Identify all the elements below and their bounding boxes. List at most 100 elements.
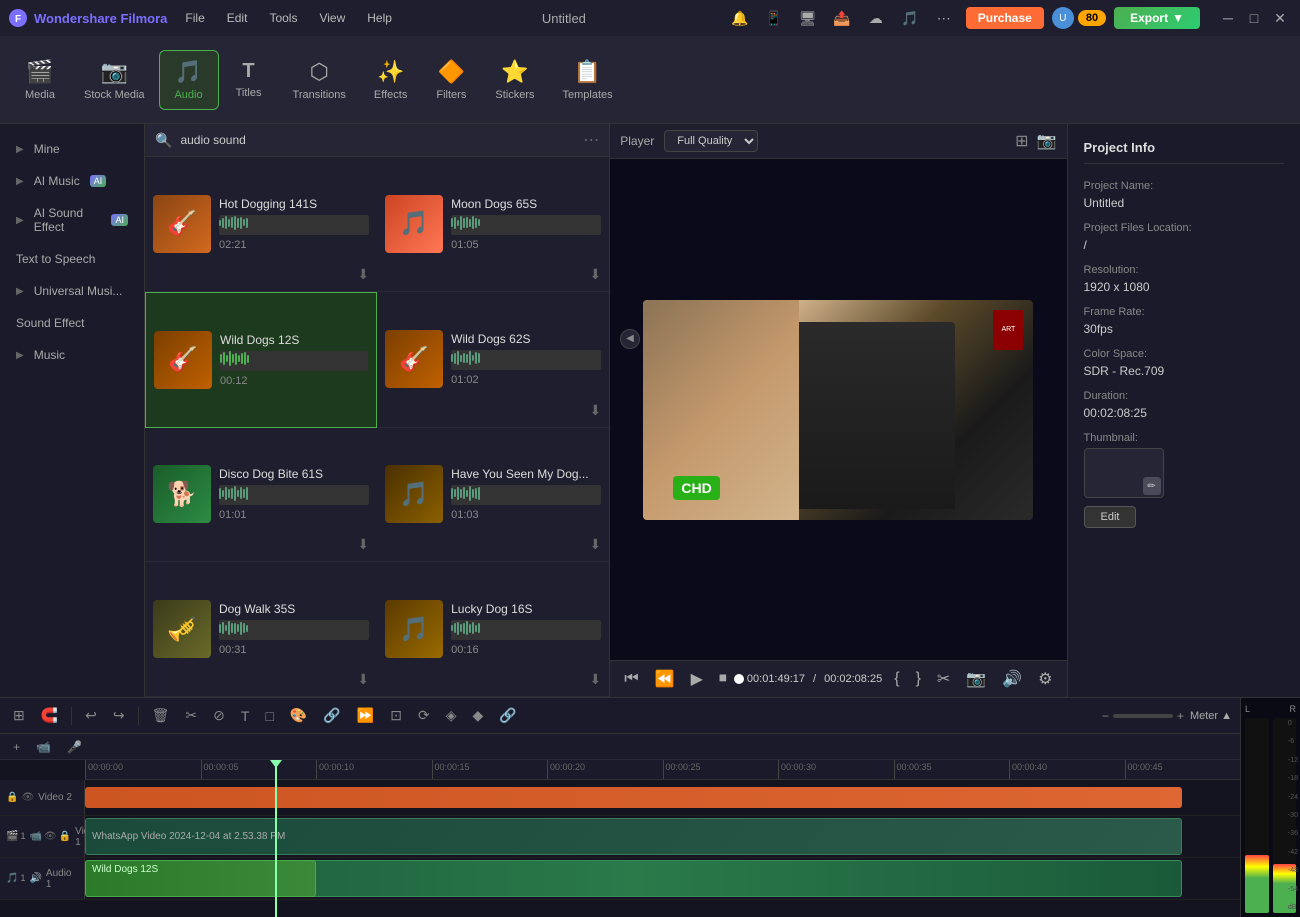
snapshot-icon[interactable]: 📷 bbox=[1037, 131, 1057, 151]
screenshot-button[interactable]: 📷 bbox=[962, 667, 990, 691]
cloud-icon[interactable]: ☁ bbox=[862, 4, 890, 32]
audio-item-6[interactable]: 🎵 Have You Seen My Dog... 01:03 ⬇ bbox=[377, 428, 609, 563]
shape-button[interactable]: □ bbox=[260, 705, 278, 727]
search-input[interactable] bbox=[180, 133, 575, 147]
tool-media[interactable]: 🎬 Media bbox=[10, 51, 70, 109]
fullscreen-icon[interactable]: ⊞ bbox=[1015, 131, 1028, 151]
sidebar-item-mine[interactable]: ▶ Mine bbox=[4, 134, 140, 164]
snap-button[interactable]: 🧲 bbox=[36, 704, 63, 727]
tool-audio[interactable]: 🎵 Audio bbox=[159, 50, 219, 110]
edit-button[interactable]: Edit bbox=[1084, 506, 1137, 528]
audio-item-1[interactable]: 🎸 Hot Dogging 141S 02:21 ⬇ bbox=[145, 157, 377, 292]
minimize-button[interactable]: ─ bbox=[1216, 6, 1240, 30]
sidebar-item-ai-sound[interactable]: ▶ AI Sound Effect AI bbox=[4, 198, 140, 242]
audio-item-4[interactable]: 🎸 Wild Dogs 62S 01:02 ⬇ bbox=[377, 292, 609, 428]
zoom-bar[interactable] bbox=[1113, 714, 1173, 718]
audio-item-3[interactable]: 🎸 Wild Dogs 12S 00:12 bbox=[145, 292, 377, 428]
sidebar-item-text-speech[interactable]: Text to Speech bbox=[4, 244, 140, 274]
close-button[interactable]: ✕ bbox=[1268, 6, 1292, 30]
video2-eye-icon[interactable]: 👁 bbox=[21, 792, 34, 803]
menu-edit[interactable]: Edit bbox=[217, 7, 258, 29]
video1-cam-icon[interactable]: 📹 bbox=[29, 831, 41, 842]
notification-icon[interactable]: 🔔 bbox=[726, 4, 754, 32]
tool-stickers[interactable]: ⭐ Stickers bbox=[481, 51, 548, 109]
color-correct-button[interactable]: 🎨 bbox=[285, 704, 312, 727]
settings-button[interactable]: ⚙ bbox=[1034, 667, 1056, 691]
add-media-button[interactable]: + bbox=[8, 737, 25, 757]
split-button[interactable]: ⊘ bbox=[208, 704, 230, 727]
undo-button[interactable]: ↩ bbox=[80, 704, 102, 727]
mic-button[interactable]: 🎤 bbox=[62, 737, 87, 757]
audio-item-7[interactable]: 🎺 Dog Walk 35S 00:31 ⬇ bbox=[145, 562, 377, 697]
download-icon-2[interactable]: ⬇ bbox=[590, 266, 602, 283]
frame-rate-value: 30fps bbox=[1084, 322, 1285, 336]
menu-file[interactable]: File bbox=[175, 7, 214, 29]
video2-lock-icon[interactable]: 🔒 bbox=[6, 792, 18, 803]
sidebar-item-universal-music[interactable]: ▶ Universal Musi... bbox=[4, 276, 140, 306]
add-track-button[interactable]: ⊞ bbox=[8, 704, 30, 727]
tool-stock-media[interactable]: 📷 Stock Media bbox=[70, 51, 159, 109]
audio-item-2[interactable]: 🎵 Moon Dogs 65S 01:05 ⬇ bbox=[377, 157, 609, 292]
mark-out-button[interactable]: } bbox=[912, 668, 925, 690]
menu-tools[interactable]: Tools bbox=[259, 7, 307, 29]
audio-button[interactable]: 🔊 bbox=[998, 667, 1026, 691]
menu-view[interactable]: View bbox=[309, 7, 355, 29]
download-icon-8[interactable]: ⬇ bbox=[590, 671, 602, 688]
mark-in-button[interactable]: { bbox=[890, 668, 903, 690]
zoom-minus-button[interactable]: − bbox=[1102, 709, 1109, 723]
tool-filters[interactable]: 🔶 Filters bbox=[421, 51, 481, 109]
download-icon-1[interactable]: ⬇ bbox=[357, 266, 369, 283]
video1-eye-icon[interactable]: 👁 bbox=[44, 831, 57, 842]
play-button[interactable]: ▶ bbox=[687, 667, 707, 691]
tool-titles[interactable]: T Titles bbox=[219, 52, 279, 107]
tool-effects[interactable]: ✨ Effects bbox=[360, 51, 421, 109]
link-button[interactable]: 🔗 bbox=[494, 704, 521, 727]
meter-label[interactable]: Meter ▲ bbox=[1190, 710, 1232, 722]
audio-item-8[interactable]: 🎵 Lucky Dog 16S 00:16 ⬇ bbox=[377, 562, 609, 697]
crop-button[interactable]: ⊡ bbox=[385, 704, 407, 727]
search-options-icon[interactable]: ⋯ bbox=[583, 130, 599, 150]
sidebar-item-ai-music[interactable]: ▶ AI Music AI bbox=[4, 166, 140, 196]
prev-frame-button[interactable]: ⏮ bbox=[620, 668, 642, 690]
video1-lock-icon[interactable]: 🔒 bbox=[59, 831, 71, 842]
download-icon-6[interactable]: ⬇ bbox=[590, 536, 602, 553]
sidebar-item-sound-effect[interactable]: Sound Effect bbox=[4, 308, 140, 338]
stop-button[interactable]: ⏹ bbox=[715, 668, 731, 690]
audio1-speaker-icon[interactable]: 🔊 bbox=[29, 873, 41, 884]
menu-help[interactable]: Help bbox=[357, 7, 402, 29]
user-avatar[interactable]: U bbox=[1052, 7, 1074, 29]
quality-select[interactable]: Full Quality bbox=[664, 130, 758, 152]
video2-clip[interactable] bbox=[85, 787, 1182, 808]
music-icon[interactable]: 🎵 bbox=[896, 4, 924, 32]
camera-button[interactable]: 📹 bbox=[31, 737, 56, 757]
export-button[interactable]: Export ▼ bbox=[1114, 7, 1200, 29]
delete-button[interactable]: 🗑 bbox=[147, 704, 175, 727]
thumbnail-box[interactable]: ✏ bbox=[1084, 448, 1164, 498]
speed-button[interactable]: ⏩ bbox=[352, 704, 379, 727]
download-icon-4[interactable]: ⬇ bbox=[590, 402, 602, 419]
purchase-button[interactable]: Purchase bbox=[966, 7, 1044, 29]
tool-templates[interactable]: 📋 Templates bbox=[548, 51, 626, 109]
keyframe-button[interactable]: ◆ bbox=[467, 704, 488, 727]
apps-icon[interactable]: ⋯ bbox=[930, 4, 958, 32]
tool-transitions[interactable]: ⬡ Transitions bbox=[279, 51, 360, 109]
redo-button[interactable]: ↪ bbox=[108, 704, 130, 727]
video1-clip[interactable]: WhatsApp Video 2024-12-04 at 2.53.38 PM bbox=[85, 818, 1182, 855]
zoom-plus-button[interactable]: + bbox=[1177, 709, 1184, 723]
maximize-button[interactable]: □ bbox=[1242, 6, 1266, 30]
stabilize-button[interactable]: ⟳ bbox=[413, 704, 435, 727]
share-icon[interactable]: 📤 bbox=[828, 4, 856, 32]
audio-item-5[interactable]: 🐕 Disco Dog Bite 61S 01:01 ⬇ bbox=[145, 428, 377, 563]
audio1-wild-dogs-clip[interactable]: Wild Dogs 12S bbox=[85, 860, 316, 897]
sidebar-item-music[interactable]: ▶ Music bbox=[4, 340, 140, 370]
clip-button[interactable]: ✂ bbox=[933, 667, 954, 691]
mask-button[interactable]: ◈ bbox=[441, 704, 462, 727]
text-button[interactable]: T bbox=[236, 705, 255, 727]
download-icon-5[interactable]: ⬇ bbox=[357, 536, 369, 553]
monitor-icon[interactable]: 🖥 bbox=[794, 4, 822, 32]
cut-button[interactable]: ✂ bbox=[180, 704, 202, 727]
detach-audio-button[interactable]: 🔗 bbox=[318, 704, 345, 727]
rewind-button[interactable]: ⏪ bbox=[651, 667, 679, 691]
devices-icon[interactable]: 📱 bbox=[760, 4, 788, 32]
download-icon-7[interactable]: ⬇ bbox=[357, 671, 369, 688]
